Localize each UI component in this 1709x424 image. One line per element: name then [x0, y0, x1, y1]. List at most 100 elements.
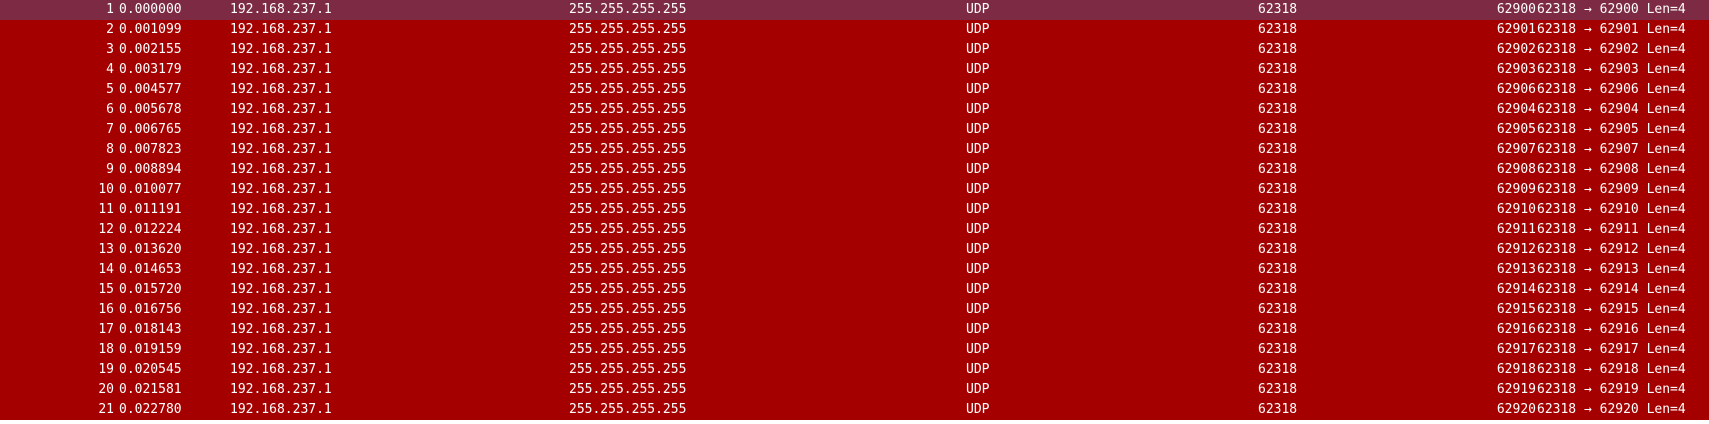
packet-dst-port: 62914	[1496, 282, 1536, 297]
packet-source: 192.168.237.1	[230, 262, 332, 277]
packet-destination: 255.255.255.255	[569, 222, 687, 237]
packet-dst-port: 62920	[1496, 402, 1536, 417]
packet-dst-port: 62900	[1496, 2, 1536, 17]
packet-source: 192.168.237.1	[230, 102, 332, 117]
packet-src-port: 62318	[1258, 262, 1298, 277]
packet-info: 62318 → 62918 Len=4	[1537, 362, 1686, 377]
packet-info: 62318 → 62900 Len=4	[1537, 2, 1686, 17]
packet-number: 8	[106, 142, 114, 157]
packet-row[interactable]: 18 0.019159 192.168.237.1 255.255.255.25…	[0, 340, 1709, 360]
packet-destination: 255.255.255.255	[569, 142, 687, 157]
packet-destination: 255.255.255.255	[569, 282, 687, 297]
packet-row[interactable]: 20 0.021581 192.168.237.1 255.255.255.25…	[0, 380, 1709, 400]
packet-source: 192.168.237.1	[230, 62, 332, 77]
packet-protocol: UDP	[966, 402, 990, 417]
packet-protocol: UDP	[966, 102, 990, 117]
packet-info: 62318 → 62905 Len=4	[1537, 122, 1686, 137]
packet-time: 0.008894	[119, 162, 182, 177]
packet-time: 0.019159	[119, 342, 182, 357]
packet-protocol: UDP	[966, 202, 990, 217]
packet-protocol: UDP	[966, 362, 990, 377]
packet-row[interactable]: 13 0.013620 192.168.237.1 255.255.255.25…	[0, 240, 1709, 260]
packet-source: 192.168.237.1	[230, 302, 332, 317]
packet-time: 0.022780	[119, 402, 182, 417]
packet-time: 0.004577	[119, 82, 182, 97]
packet-source: 192.168.237.1	[230, 122, 332, 137]
packet-number: 18	[98, 342, 114, 357]
packet-destination: 255.255.255.255	[569, 22, 687, 37]
packet-row[interactable]: 19 0.020545 192.168.237.1 255.255.255.25…	[0, 360, 1709, 380]
packet-row[interactable]: 6 0.005678 192.168.237.1 255.255.255.255…	[0, 100, 1709, 120]
packet-time: 0.010077	[119, 182, 182, 197]
packet-number: 6	[106, 102, 114, 117]
packet-protocol: UDP	[966, 282, 990, 297]
packet-source: 192.168.237.1	[230, 282, 332, 297]
packet-protocol: UDP	[966, 182, 990, 197]
packet-row[interactable]: 5 0.004577 192.168.237.1 255.255.255.255…	[0, 80, 1709, 100]
packet-protocol: UDP	[966, 82, 990, 97]
packet-row[interactable]: 16 0.016756 192.168.237.1 255.255.255.25…	[0, 300, 1709, 320]
packet-protocol: UDP	[966, 22, 990, 37]
packet-time: 0.014653	[119, 262, 182, 277]
packet-protocol: UDP	[966, 382, 990, 397]
packet-dst-port: 62907	[1496, 142, 1536, 157]
packet-info: 62318 → 62916 Len=4	[1537, 322, 1686, 337]
packet-number: 17	[98, 322, 114, 337]
packet-src-port: 62318	[1258, 222, 1298, 237]
packet-protocol: UDP	[966, 242, 990, 257]
packet-row[interactable]: 3 0.002155 192.168.237.1 255.255.255.255…	[0, 40, 1709, 60]
packet-protocol: UDP	[966, 322, 990, 337]
packet-row[interactable]: 10 0.010077 192.168.237.1 255.255.255.25…	[0, 180, 1709, 200]
packet-number: 19	[98, 362, 114, 377]
packet-row[interactable]: 2 0.001099 192.168.237.1 255.255.255.255…	[0, 20, 1709, 40]
packet-src-port: 62318	[1258, 2, 1298, 17]
packet-src-port: 62318	[1258, 82, 1298, 97]
packet-src-port: 62318	[1258, 202, 1298, 217]
packet-dst-port: 62912	[1496, 242, 1536, 257]
packet-info: 62318 → 62909 Len=4	[1537, 182, 1686, 197]
list-bottom-edge	[0, 420, 1709, 424]
packet-info: 62318 → 62907 Len=4	[1537, 142, 1686, 157]
packet-dst-port: 62913	[1496, 262, 1536, 277]
packet-row[interactable]: 15 0.015720 192.168.237.1 255.255.255.25…	[0, 280, 1709, 300]
packet-time: 0.012224	[119, 222, 182, 237]
packet-src-port: 62318	[1258, 282, 1298, 297]
packet-destination: 255.255.255.255	[569, 162, 687, 177]
packet-row[interactable]: 8 0.007823 192.168.237.1 255.255.255.255…	[0, 140, 1709, 160]
packet-row[interactable]: 17 0.018143 192.168.237.1 255.255.255.25…	[0, 320, 1709, 340]
packet-number: 13	[98, 242, 114, 257]
packet-dst-port: 62901	[1496, 22, 1536, 37]
packet-dst-port: 62910	[1496, 202, 1536, 217]
packet-number: 2	[106, 22, 114, 37]
packet-dst-port: 62908	[1496, 162, 1536, 177]
packet-info: 62318 → 62903 Len=4	[1537, 62, 1686, 77]
packet-number: 1	[106, 2, 114, 17]
packet-row[interactable]: 14 0.014653 192.168.237.1 255.255.255.25…	[0, 260, 1709, 280]
packet-time: 0.000000	[119, 2, 182, 17]
packet-time: 0.002155	[119, 42, 182, 57]
packet-row[interactable]: 7 0.006765 192.168.237.1 255.255.255.255…	[0, 120, 1709, 140]
packet-src-port: 62318	[1258, 322, 1298, 337]
packet-source: 192.168.237.1	[230, 162, 332, 177]
packet-info: 62318 → 62906 Len=4	[1537, 82, 1686, 97]
packet-row[interactable]: 1 0.000000 192.168.237.1 255.255.255.255…	[0, 0, 1709, 20]
packet-info: 62318 → 62901 Len=4	[1537, 22, 1686, 37]
packet-protocol: UDP	[966, 262, 990, 277]
packet-row[interactable]: 4 0.003179 192.168.237.1 255.255.255.255…	[0, 60, 1709, 80]
packet-src-port: 62318	[1258, 382, 1298, 397]
packet-protocol: UDP	[966, 42, 990, 57]
packet-info: 62318 → 62913 Len=4	[1537, 262, 1686, 277]
packet-number: 12	[98, 222, 114, 237]
packet-src-port: 62318	[1258, 142, 1298, 157]
packet-destination: 255.255.255.255	[569, 182, 687, 197]
packet-destination: 255.255.255.255	[569, 302, 687, 317]
packet-row[interactable]: 21 0.022780 192.168.237.1 255.255.255.25…	[0, 400, 1709, 420]
packet-row[interactable]: 9 0.008894 192.168.237.1 255.255.255.255…	[0, 160, 1709, 180]
packet-info: 62318 → 62914 Len=4	[1537, 282, 1686, 297]
packet-source: 192.168.237.1	[230, 402, 332, 417]
packet-row[interactable]: 12 0.012224 192.168.237.1 255.255.255.25…	[0, 220, 1709, 240]
packet-src-port: 62318	[1258, 342, 1298, 357]
packet-source: 192.168.237.1	[230, 242, 332, 257]
packet-row[interactable]: 11 0.011191 192.168.237.1 255.255.255.25…	[0, 200, 1709, 220]
packet-src-port: 62318	[1258, 362, 1298, 377]
